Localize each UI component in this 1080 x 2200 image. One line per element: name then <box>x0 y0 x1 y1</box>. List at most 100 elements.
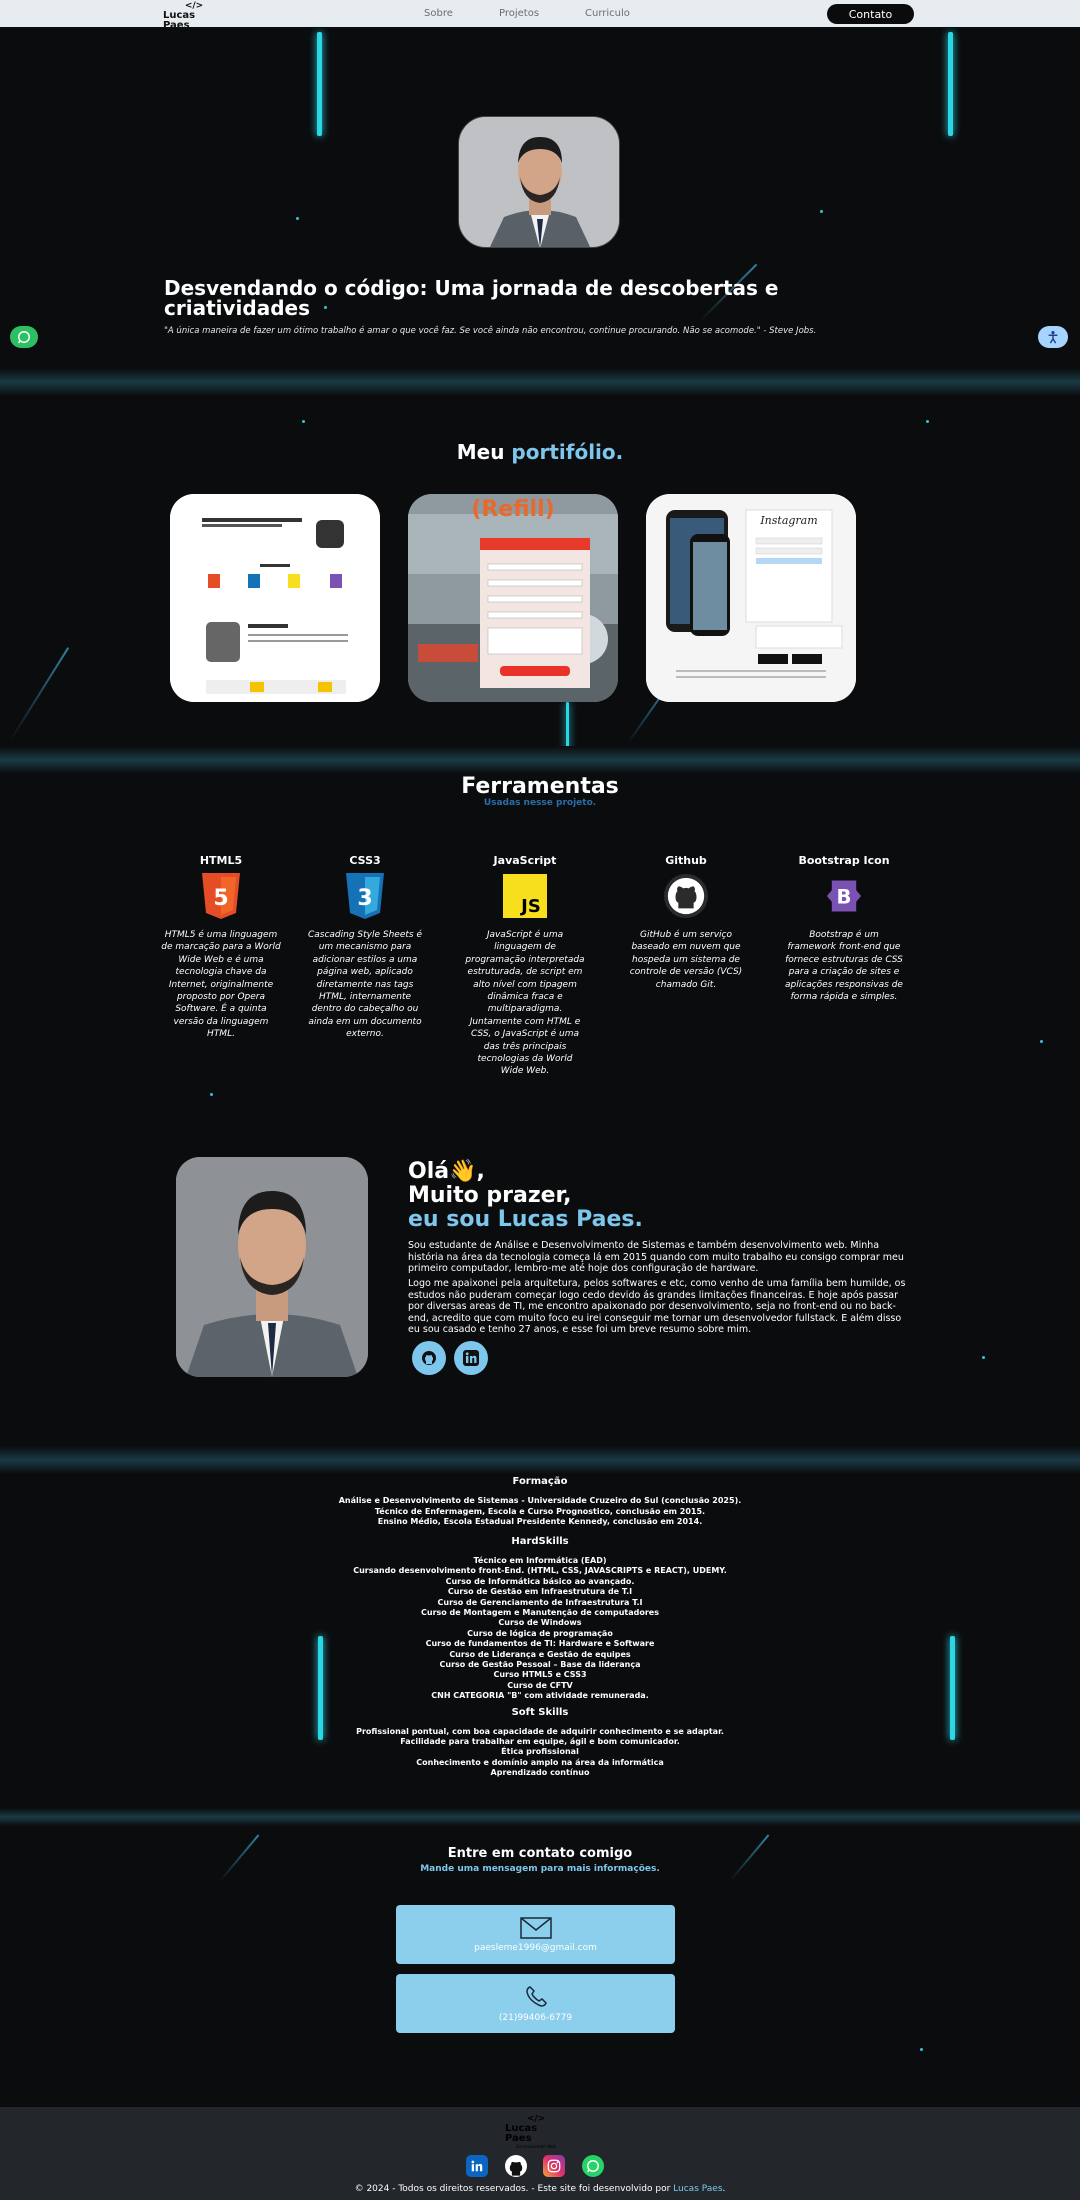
hero-title: Desvendando o código: Uma jornada de des… <box>164 276 779 320</box>
tool-name: Bootstrap Icon <box>798 854 890 867</box>
resume-line: Aprendizado contínuo <box>490 1767 590 1777</box>
resume-line: Ensino Médio, Escola Estadual Presidente… <box>377 1517 703 1526</box>
whatsapp-icon <box>18 331 30 344</box>
resume-line: Análise e Desenvolvimento de Sistemas - … <box>338 1496 742 1505</box>
about-profile-photo <box>176 1157 368 1377</box>
resume-line: Curso de Gestão em Infraestrutura de T.I <box>447 1587 633 1597</box>
phone-contact-box[interactable]: (21)99406-6779 <box>396 1974 675 2033</box>
star-dot <box>820 210 823 213</box>
tool-github: Github GitHub é um serviço baseado em nu… <box>626 854 746 991</box>
glow-bar <box>948 32 953 136</box>
github-icon <box>505 2155 527 2177</box>
resume-line: Curso HTML5 e CSS3 <box>493 1670 587 1680</box>
footer-linkedin-link[interactable] <box>466 2155 488 2177</box>
tool-name: Github <box>665 854 707 867</box>
nav-link-sobre[interactable]: Sobre <box>424 8 453 19</box>
glow-bar <box>317 32 322 136</box>
section-divider <box>0 1446 1080 1474</box>
footer-logo[interactable]: </> Lucas Paes Desenvolvedor Web <box>505 2115 567 2150</box>
logo-name: Lucas Paes <box>163 10 196 31</box>
section-divider <box>0 368 1080 396</box>
top-navbar: </> Lucas Paes Desenvolvedor Web Sobre P… <box>0 0 1080 37</box>
hero-quote: "A única maneira de fazer um ótimo traba… <box>164 326 817 336</box>
resume-line: Técnico de Enfermagem, Escola e Curso Pr… <box>374 1506 706 1516</box>
tool-name: CSS3 <box>349 854 381 867</box>
html5-icon: 5 <box>199 873 243 919</box>
linkedin-icon <box>471 2160 483 2172</box>
contact-subtitle: Mande uma mensagem para mais informações… <box>420 1864 660 1874</box>
softskills-title: Soft Skills <box>511 1707 569 1718</box>
phone-text[interactable]: (21)99406-6779 <box>499 2013 572 2023</box>
contact-title: Entre em contato comigo <box>447 1846 633 1861</box>
github-link-button[interactable] <box>412 1341 446 1375</box>
portfolio-title-main: Meu <box>456 440 512 464</box>
email-text[interactable]: paesleme1996@gmail.com <box>474 1943 597 1953</box>
copyright-prefix: © 2024 - Todos os direitos reservados. -… <box>354 2184 674 2194</box>
svg-text:5: 5 <box>213 886 228 911</box>
section-divider <box>0 1808 1080 1826</box>
resume-line: Curso de CFTV <box>507 1680 573 1690</box>
github-icon <box>664 873 708 919</box>
tool-javascript: JavaScript JS JavaScript é uma linguagem… <box>465 854 585 1078</box>
email-contact-box[interactable]: paesleme1996@gmail.com <box>396 1905 675 1964</box>
resume-line: Ética profissional <box>501 1747 579 1757</box>
star-dot <box>926 420 929 423</box>
star-dot <box>982 1356 985 1359</box>
github-icon <box>422 1351 436 1365</box>
css3-icon: 3 <box>343 873 387 919</box>
contact-button[interactable]: Contato <box>827 4 914 24</box>
svg-text:Instagram: Instagram <box>759 514 817 527</box>
svg-text:(Refill): (Refill) <box>471 497 554 522</box>
footer-whatsapp-link[interactable] <box>582 2155 604 2177</box>
tools-subtitle: Usadas nesse projeto. <box>483 798 597 808</box>
logo-subtitle: Desenvolvedor Web <box>516 2144 556 2149</box>
page: </> Lucas Paes Desenvolvedor Web Sobre P… <box>0 0 1080 2200</box>
resume-line: Conhecimento e domínio amplo na área da … <box>416 1757 664 1767</box>
linkedin-link-button[interactable] <box>454 1341 488 1375</box>
tool-bootstrap: Bootstrap Icon B Bootstrap é um framewor… <box>784 854 904 1003</box>
about-line2: Muito prazer, <box>408 1183 572 1208</box>
star-dot <box>302 420 305 423</box>
portfolio-card-site[interactable] <box>170 494 380 702</box>
about-paragraph-2: Logo me apaixonei pela arquitetura, pelo… <box>408 1278 906 1335</box>
tool-description: HTML5 é uma linguagem de marcação para a… <box>161 930 281 1040</box>
resume-line: Curso de Montagem e Manutenção de comput… <box>421 1608 659 1617</box>
resume-line: Curso de lógica de programação <box>467 1628 613 1638</box>
envelope-icon <box>519 1916 552 1939</box>
resume-line: Cursando desenvolvimento front-End. (HTM… <box>353 1566 727 1576</box>
accessibility-float-button[interactable] <box>1038 326 1068 348</box>
tool-name: JavaScript <box>493 854 557 867</box>
footer-github-link[interactable] <box>505 2155 527 2177</box>
nav-link-curriculo[interactable]: Curriculo <box>585 8 630 19</box>
about-heading: Olá👋, Muito prazer, eu sou Lucas Paes. <box>408 1160 643 1232</box>
phone-icon <box>525 1985 547 2007</box>
star-dot <box>296 217 299 220</box>
tool-css3: CSS3 3 Cascading Style Sheets é um mecan… <box>305 854 425 1041</box>
resume-line: Curso de fundamentos de TI: Hardware e S… <box>425 1639 655 1649</box>
portfolio-title-accent: portifólio. <box>511 440 624 464</box>
whatsapp-float-button[interactable] <box>10 326 38 348</box>
tool-description: Cascading Style Sheets é um mecanismo pa… <box>307 930 423 1040</box>
copyright-suffix: . <box>722 2184 726 2194</box>
portfolio-card-refill[interactable]: (Refill) <box>408 494 618 702</box>
resume-line: Técnico em Informática (EAD) <box>473 1556 607 1565</box>
resume-line: Curso de Liderança e Gestão de equipes <box>449 1649 631 1659</box>
resume-line: Curso de Informática básico ao avançado. <box>445 1576 635 1586</box>
nav-link-projetos[interactable]: Projetos <box>499 8 539 19</box>
about-greeting: Olá👋, <box>408 1159 485 1184</box>
footer-instagram-link[interactable] <box>543 2155 565 2177</box>
whatsapp-icon <box>587 2160 599 2173</box>
resume-line: Curso de Windows <box>498 1618 582 1628</box>
portfolio-card-instagram[interactable]: Instagram <box>646 494 856 702</box>
tool-description: Bootstrap é um framework front-end que f… <box>785 930 903 1003</box>
logo-name: Lucas Paes <box>505 2123 538 2144</box>
about-paragraph-1: Sou estudante de Análise e Desenvolvimen… <box>408 1240 904 1274</box>
resume-line: Profissional pontual, com boa capacidade… <box>356 1727 724 1736</box>
tool-description: GitHub é um serviço baseado em nuvem que… <box>629 930 743 990</box>
logo-subtitle: Desenvolvedor Web <box>174 31 214 36</box>
tools-title: Ferramentas <box>461 774 619 799</box>
star-dot <box>210 1093 213 1096</box>
logo[interactable]: </> Lucas Paes Desenvolvedor Web <box>163 2 225 37</box>
formacao-title: Formação <box>512 1476 568 1487</box>
copyright-author-link[interactable]: Lucas Paes <box>673 2184 722 2194</box>
